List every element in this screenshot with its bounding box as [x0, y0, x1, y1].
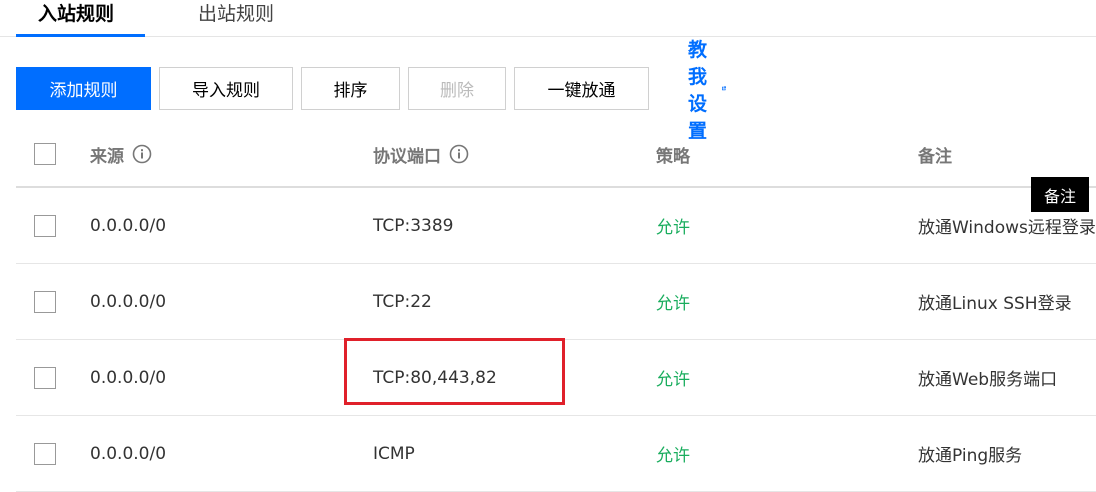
row-source: 0.0.0.0/0 — [90, 443, 167, 464]
tab-outbound-label: 出站规则 — [198, 3, 275, 25]
tab-outbound-rules[interactable]: 出站规则 — [198, 0, 274, 34]
row-note: 放通Linux SSH登录 — [918, 294, 1072, 314]
header-protocol: 协议端口 — [373, 122, 469, 186]
info-circle-icon[interactable] — [132, 144, 152, 164]
select-all-cell — [34, 122, 56, 186]
delete-button[interactable]: 删除 — [408, 67, 506, 110]
row-check-cell — [34, 340, 56, 415]
row-note: 放通Web服务端口 — [918, 370, 1058, 390]
row-policy: 允许 — [656, 370, 690, 390]
row-checkbox[interactable] — [34, 366, 56, 389]
row-check-cell — [34, 416, 56, 491]
row-policy: 允许 — [656, 218, 690, 238]
row-source: 0.0.0.0/0 — [90, 291, 167, 312]
rule-tabs: 入站规则 出站规则 — [0, 0, 1096, 37]
note-tooltip: 备注 — [1031, 177, 1089, 212]
tab-inbound-label: 入站规则 — [38, 3, 115, 25]
row-protocol: ICMP — [373, 443, 415, 464]
row-policy: 允许 — [656, 446, 690, 466]
add-rule-button[interactable]: 添加规则 — [16, 67, 151, 110]
row-check-cell — [34, 264, 56, 339]
table-row: 0.0.0.0/0 ICMP 允许 放通Ping服务 — [16, 416, 1096, 492]
row-source: 0.0.0.0/0 — [90, 215, 167, 236]
table-row: 0.0.0.0/0 TCP:22 允许 放通Linux SSH登录 — [16, 264, 1096, 340]
info-circle-icon[interactable] — [449, 144, 469, 164]
table-row: 0.0.0.0/0 TCP:3389 允许 放通Windows远程登录 — [16, 188, 1096, 264]
row-checkbox[interactable] — [34, 442, 56, 465]
external-link-icon — [722, 86, 727, 91]
highlight-annotation-box — [344, 338, 565, 405]
row-check-cell — [34, 188, 56, 263]
import-rule-button[interactable]: 导入规则 — [159, 67, 293, 110]
row-checkbox[interactable] — [34, 290, 56, 313]
tab-inbound-rules[interactable]: 入站规则 — [16, 0, 145, 37]
header-source-label: 来源 — [90, 146, 124, 167]
table-header-row: 来源 协议端口 策略 备注 — [16, 122, 1096, 188]
row-protocol: TCP:22 — [373, 291, 432, 312]
open-all-button[interactable]: 一键放通 — [514, 67, 649, 110]
header-note: 备注 — [918, 146, 952, 167]
sort-button[interactable]: 排序 — [301, 67, 400, 110]
select-all-checkbox[interactable] — [34, 143, 56, 165]
header-policy: 策略 — [656, 146, 690, 167]
row-note: 放通Ping服务 — [918, 446, 1023, 466]
row-source: 0.0.0.0/0 — [90, 367, 167, 388]
help-setup-link[interactable]: 教我设置 — [688, 39, 727, 142]
row-checkbox[interactable] — [34, 214, 56, 237]
row-policy: 允许 — [656, 294, 690, 314]
header-protocol-label: 协议端口 — [373, 146, 441, 167]
row-protocol: TCP:3389 — [373, 215, 454, 236]
header-source: 来源 — [90, 122, 152, 186]
